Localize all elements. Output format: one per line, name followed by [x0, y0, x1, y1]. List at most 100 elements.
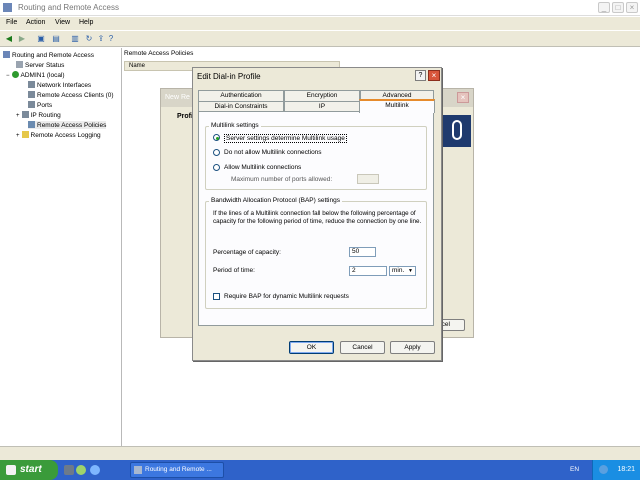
console-tree-icon[interactable]: ▤	[51, 34, 61, 44]
properties-icon[interactable]: ▥	[70, 34, 80, 44]
help-icon[interactable]: ?	[106, 34, 116, 44]
multilink-group-label: Multilink settings	[209, 122, 261, 129]
minimize-button[interactable]: _	[598, 2, 610, 13]
tree-item-admin1[interactable]: − ADMIN1 (local)	[6, 71, 65, 79]
rras-icon	[134, 466, 142, 474]
window-title: Routing and Remote Access	[18, 3, 119, 12]
menu-help[interactable]: Help	[79, 19, 93, 26]
title-bar: Routing and Remote Access _ □ ×	[0, 0, 640, 16]
background-close-icon[interactable]: ×	[457, 92, 469, 103]
tree-item-label: Network Interfaces	[37, 82, 92, 89]
taskbar: start Routing and Remote ... EN 18:21	[0, 460, 640, 480]
tree-item-ip-routing[interactable]: + IP Routing	[16, 111, 61, 119]
ports-icon	[28, 101, 35, 108]
tree-item-label: ADMIN1 (local)	[20, 72, 65, 79]
tree-item-label: Remote Access Clients (0)	[37, 92, 114, 99]
tree-item-label: Server Status	[25, 62, 65, 69]
tab-multilink[interactable]: Multilink	[359, 99, 435, 113]
language-indicator[interactable]: EN	[570, 466, 579, 473]
clock[interactable]: 18:21	[617, 466, 635, 473]
tree-item-label: Remote Access Policies	[37, 122, 107, 129]
app-icon	[3, 3, 12, 12]
folder-icon	[21, 131, 29, 138]
back-icon[interactable]: ◀	[4, 34, 14, 44]
chevron-down-icon[interactable]: ▼	[408, 268, 413, 274]
edit-dialin-profile-dialog: Edit Dial-in Profile ? × Authentication …	[192, 67, 442, 361]
menu-view[interactable]: View	[55, 19, 70, 26]
period-label: Period of time:	[213, 267, 255, 274]
refresh-icon[interactable]: ↻	[84, 34, 94, 44]
menu-action[interactable]: Action	[26, 19, 45, 26]
server-icon	[16, 61, 23, 68]
internet-explorer-icon[interactable]	[90, 465, 100, 475]
tree-item-ports[interactable]: Ports	[28, 101, 52, 109]
cancel-button[interactable]: Cancel	[340, 341, 385, 354]
forward-icon[interactable]: ▶	[17, 34, 27, 44]
radio-label-server-settings[interactable]: Server settings determine Multilink usag…	[224, 134, 347, 143]
policy-banner-icon	[452, 120, 462, 140]
console-tree: Routing and Remote Access Server Status …	[0, 48, 122, 446]
apply-button[interactable]: Apply	[390, 341, 435, 354]
show-desktop-icon[interactable]	[64, 465, 74, 475]
tree-item-remote-access-policies[interactable]: Remote Access Policies	[28, 121, 107, 129]
tree-item-network-interfaces[interactable]: Network Interfaces	[28, 81, 91, 89]
radio-label-do-not-allow[interactable]: Do not allow Multilink connections	[224, 149, 322, 156]
radio-do-not-allow[interactable]	[213, 149, 220, 156]
background-dialog-heading: Profi	[177, 113, 193, 120]
tree-item-remote-access-logging[interactable]: + Remote Access Logging	[16, 131, 101, 139]
taskbar-task-label: Routing and Remote ...	[145, 466, 212, 473]
start-button[interactable]: start	[0, 460, 58, 480]
radio-server-settings[interactable]	[213, 134, 220, 141]
period-spinner[interactable]: 2	[349, 266, 387, 276]
bap-group-label: Bandwidth Allocation Protocol (BAP) sett…	[209, 197, 342, 204]
radio-label-allow-multilink[interactable]: Allow Multilink connections	[224, 164, 301, 171]
rras-icon	[3, 51, 10, 58]
multilink-tab-panel: Multilink settings Server settings deter…	[198, 111, 434, 326]
details-header: Remote Access Policies	[124, 50, 194, 57]
ok-button[interactable]: OK	[289, 341, 334, 354]
radio-allow-multilink[interactable]	[213, 164, 220, 171]
routing-icon	[21, 111, 29, 118]
expand-icon[interactable]: +	[16, 113, 20, 119]
capacity-label: Percentage of capacity:	[213, 249, 281, 256]
background-dialog-title: New Re	[165, 94, 190, 101]
max-ports-label: Maximum number of ports allowed:	[231, 176, 333, 183]
tab-encryption[interactable]: Encryption	[284, 90, 360, 101]
require-bap-checkbox[interactable]	[213, 293, 220, 300]
policy-icon	[28, 121, 35, 128]
tree-item-remote-access-clients[interactable]: Remote Access Clients (0)	[28, 91, 114, 99]
status-bar	[0, 446, 640, 460]
start-label: start	[20, 464, 42, 475]
dialog-close-button[interactable]: ×	[428, 70, 440, 81]
tree-item-label: Routing and Remote Access	[12, 52, 95, 59]
up-icon[interactable]: ▣	[36, 34, 46, 44]
messenger-icon[interactable]	[76, 465, 86, 475]
menu-bar: File Action View Help	[0, 17, 640, 30]
collapse-icon[interactable]: −	[6, 73, 10, 79]
export-icon[interactable]: ⇪	[96, 34, 106, 44]
capacity-spinner[interactable]: 50	[349, 247, 376, 257]
clients-icon	[28, 91, 35, 98]
close-button[interactable]: ×	[626, 2, 638, 13]
tab-authentication[interactable]: Authentication	[198, 90, 284, 101]
menu-file[interactable]: File	[6, 19, 17, 26]
tree-item-label: Ports	[37, 102, 53, 109]
maximize-button[interactable]: □	[612, 2, 624, 13]
toolbar: ◀ ▶ ▣ ▤ ▥ ↻ ⇪ ?	[0, 31, 640, 47]
dialog-title: Edit Dial-in Profile	[197, 72, 261, 81]
network-icon	[28, 81, 35, 88]
bap-description: If the lines of a Multilink connection f…	[213, 210, 422, 225]
network-tray-icon[interactable]	[599, 465, 608, 474]
expand-icon[interactable]: +	[16, 133, 20, 139]
tree-item-label: IP Routing	[30, 112, 61, 119]
wizard-banner-image	[443, 115, 471, 147]
max-ports-spinner[interactable]	[357, 174, 379, 184]
tree-item-server-status[interactable]: Server Status	[16, 61, 64, 69]
taskbar-routing-button[interactable]: Routing and Remote ...	[130, 462, 224, 478]
system-tray: 18:21	[592, 460, 640, 480]
tree-item-routing-root[interactable]: Routing and Remote Access	[3, 51, 94, 59]
help-button[interactable]: ?	[415, 70, 426, 81]
require-bap-label[interactable]: Require BAP for dynamic Multilink reques…	[224, 293, 349, 300]
windows-logo-icon	[6, 465, 16, 475]
tree-item-label: Remote Access Logging	[30, 132, 101, 139]
